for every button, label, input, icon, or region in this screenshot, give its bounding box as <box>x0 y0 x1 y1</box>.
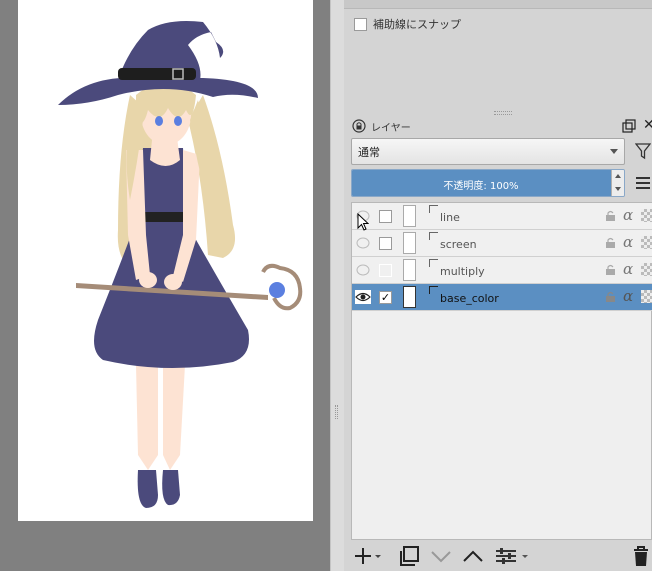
lock-icon[interactable] <box>605 291 616 302</box>
clip-icon <box>429 205 438 213</box>
opacity-spinner[interactable] <box>611 170 624 196</box>
trash-icon <box>634 546 648 566</box>
layer-checkbox[interactable] <box>379 237 392 250</box>
layer-thumbnail <box>403 205 416 227</box>
lock-icon[interactable] <box>605 210 616 221</box>
canvas-scrollbar[interactable] <box>330 0 344 571</box>
chevron-down-icon <box>610 149 618 154</box>
panel-top-strip <box>344 0 652 9</box>
layer-checkbox[interactable] <box>379 264 392 277</box>
canvas-area[interactable] <box>0 0 330 571</box>
scroll-grip[interactable] <box>335 405 338 419</box>
eye-icon[interactable] <box>355 236 371 250</box>
spin-up-icon[interactable] <box>615 174 621 178</box>
layer-row-selected[interactable]: ✓ base_color α <box>352 284 652 311</box>
layer-checkbox[interactable] <box>379 210 392 223</box>
layer-checkbox-checked[interactable]: ✓ <box>379 291 392 304</box>
opacity-slider[interactable]: 不透明度: 100% <box>351 169 625 197</box>
close-icon[interactable]: ✕ <box>643 117 652 133</box>
delete-layer-button[interactable] <box>632 545 650 567</box>
canvas-page[interactable] <box>18 0 313 521</box>
filter-icon[interactable] <box>635 142 651 160</box>
layer-panel-title: レイヤー <box>371 122 411 134</box>
lock-icon[interactable] <box>605 264 616 275</box>
layer-toolbar <box>344 541 652 571</box>
eye-icon[interactable] <box>355 263 371 277</box>
clip-icon <box>429 259 438 267</box>
clip-icon <box>429 232 438 240</box>
transparency-icon <box>641 236 652 249</box>
layer-thumbnail <box>403 286 416 308</box>
spin-down-icon[interactable] <box>615 187 621 191</box>
merge-down-button[interactable] <box>430 545 452 567</box>
transparency-icon <box>641 290 652 303</box>
add-layer-button[interactable] <box>354 545 382 567</box>
layer-name: screen <box>440 238 477 251</box>
float-window-icon[interactable] <box>622 119 636 133</box>
snap-checkbox[interactable] <box>354 17 367 31</box>
transparency-icon <box>641 209 652 222</box>
character-illustration <box>58 21 303 508</box>
hamburger-menu-icon[interactable] <box>636 177 650 189</box>
move-up-icon <box>463 550 483 562</box>
layer-panel-header: レイヤー ✕ <box>352 117 652 135</box>
duplicate-layer-button[interactable] <box>398 545 420 567</box>
move-up-button[interactable] <box>462 545 484 567</box>
layer-thumbnail <box>403 259 416 281</box>
add-layer-icon <box>355 548 381 564</box>
opacity-label: 不透明度: 100% <box>443 181 519 192</box>
duplicate-layer-icon <box>400 546 419 566</box>
alpha-lock-icon[interactable]: α <box>623 260 633 278</box>
layer-row[interactable]: multiply α <box>352 257 652 284</box>
blend-mode-select[interactable]: 通常 <box>351 138 625 165</box>
lock-icon[interactable] <box>605 237 616 248</box>
mouse-cursor-icon <box>357 213 369 231</box>
lock-icon[interactable] <box>352 119 366 133</box>
layer-row[interactable]: screen α <box>352 230 652 257</box>
panel-splitter[interactable] <box>494 111 512 115</box>
snap-label: 補助線にスナップ <box>373 18 461 31</box>
blend-mode-value: 通常 <box>358 145 380 159</box>
transparency-icon <box>641 263 652 276</box>
layer-list[interactable]: line α screen α multiply α ✓ base_color … <box>351 202 652 540</box>
alpha-lock-icon[interactable]: α <box>623 287 633 305</box>
layer-name: line <box>440 211 460 224</box>
eye-icon[interactable] <box>355 290 371 304</box>
layer-name: base_color <box>440 292 499 305</box>
layer-row[interactable]: line α <box>352 203 652 230</box>
alpha-lock-icon[interactable]: α <box>623 233 633 251</box>
clip-icon <box>429 286 438 294</box>
merge-down-icon <box>431 551 451 563</box>
alpha-lock-icon[interactable]: α <box>623 206 633 224</box>
layer-name: multiply <box>440 265 485 278</box>
right-panel: 補助線にスナップ レイヤー ✕ 通常 不透明度: 100% line α scr… <box>344 0 652 571</box>
snap-option-row[interactable]: 補助線にスナップ <box>354 16 461 32</box>
adjust-button[interactable] <box>494 545 530 567</box>
adjust-icon <box>496 548 528 564</box>
layer-thumbnail <box>403 232 416 254</box>
